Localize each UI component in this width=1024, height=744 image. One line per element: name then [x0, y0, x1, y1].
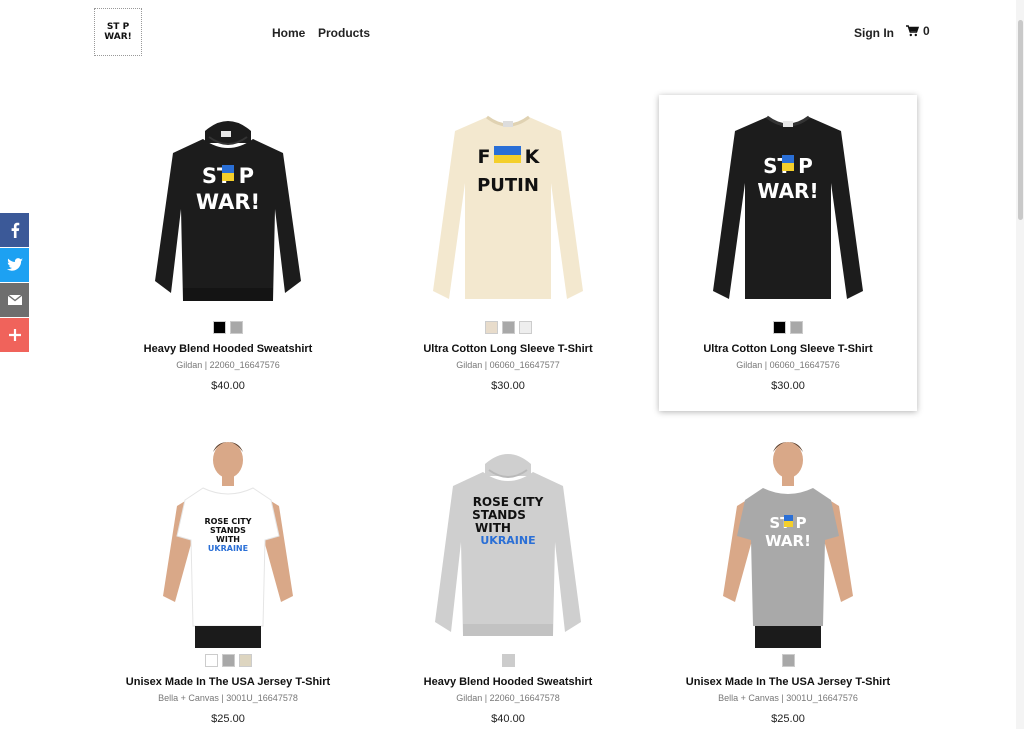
color-swatch-black[interactable] — [213, 321, 226, 334]
product-image-grey-hoodie[interactable]: ROSE CITY STANDS WITH UKRAINE — [427, 446, 589, 638]
product-sku: Gildan | 06060_16647576 — [736, 360, 840, 370]
product-card[interactable]: ROSE CITY STANDS WITH UKRAINE Heavy Blen… — [379, 428, 637, 744]
print-line-4: UKRAINE — [480, 534, 535, 547]
color-swatches — [379, 654, 637, 667]
cart-button[interactable]: 0 — [906, 24, 930, 38]
email-icon — [7, 295, 22, 305]
svg-text:K: K — [525, 146, 541, 168]
product-name[interactable]: Unisex Made In The USA Jersey T-Shirt — [659, 676, 917, 688]
scrollbar-thumb[interactable] — [1018, 20, 1023, 220]
product-sku: Gildan | 22060_16647578 — [456, 693, 560, 703]
facebook-icon — [11, 222, 19, 238]
product-name[interactable]: Heavy Blend Hooded Sweatshirt — [99, 343, 357, 355]
color-swatch-grey[interactable] — [221, 654, 235, 667]
color-swatch-white[interactable] — [518, 321, 532, 334]
product-price: $30.00 — [771, 380, 805, 392]
logo-text-line2: WAR! — [104, 32, 132, 42]
color-swatch-natural[interactable] — [484, 321, 498, 334]
print-line-1: ROSE CITY — [204, 517, 251, 526]
print-line-2: WAR! — [765, 532, 811, 550]
color-swatches — [659, 321, 917, 334]
print-line-1: ROSE CITY — [473, 495, 544, 509]
color-swatch-black[interactable] — [773, 321, 786, 334]
product-card[interactable]: F K PUTIN Ultra Cotton Long Sleeve T-Shi… — [379, 95, 637, 411]
print-line-3: WITH — [216, 535, 240, 544]
product-image-natural-longsleeve[interactable]: F K PUTIN — [427, 113, 589, 305]
color-swatch-white[interactable] — [204, 654, 218, 667]
product-name[interactable]: Ultra Cotton Long Sleeve T-Shirt — [379, 343, 637, 355]
product-sku: Bella + Canvas | 3001U_16647578 — [158, 693, 298, 703]
color-swatches — [99, 321, 357, 334]
color-swatches — [379, 321, 637, 334]
product-sku: Gildan | 22060_16647576 — [176, 360, 280, 370]
color-swatches — [99, 654, 357, 667]
more-share-button[interactable] — [0, 318, 29, 352]
print-line-2: STANDS — [472, 508, 526, 522]
twitter-share-button[interactable] — [0, 248, 29, 282]
svg-text:F: F — [478, 146, 491, 168]
product-card[interactable]: ST P WAR! Heavy Blend Hooded Sweatshirt … — [99, 95, 357, 411]
color-swatch-grey[interactable] — [230, 321, 243, 334]
product-image-grey-tee-model[interactable]: ST P WAR! — [707, 436, 869, 651]
page-scrollbar[interactable] — [1016, 0, 1024, 729]
color-swatch-grey[interactable] — [781, 654, 795, 667]
twitter-icon — [6, 258, 23, 271]
product-sku: Bella + Canvas | 3001U_16647576 — [718, 693, 858, 703]
plus-icon — [8, 329, 21, 341]
product-price: $30.00 — [491, 380, 525, 392]
print-line-3: WITH — [475, 521, 511, 535]
color-swatch-natural[interactable] — [238, 654, 252, 667]
color-swatches — [659, 654, 917, 667]
product-name[interactable]: Ultra Cotton Long Sleeve T-Shirt — [659, 343, 917, 355]
product-image-white-tee-model[interactable]: ROSE CITY STANDS WITH UKRAINE — [147, 436, 309, 651]
nav-products-link[interactable]: Products — [318, 26, 370, 40]
product-card[interactable]: ROSE CITY STANDS WITH UKRAINE Unisex Mad… — [99, 428, 357, 744]
email-share-button[interactable] — [0, 283, 29, 317]
product-image-black-longsleeve[interactable]: ST P WAR! — [707, 113, 869, 305]
print-line-2: STANDS — [210, 526, 246, 535]
print-line-2: WAR! — [757, 179, 818, 203]
logo-text-line1: ST P — [106, 22, 130, 32]
product-image-black-hoodie[interactable]: ST P WAR! — [147, 113, 309, 305]
cart-icon — [906, 25, 919, 37]
product-price: $40.00 — [211, 380, 245, 392]
print-line-2: WAR! — [196, 190, 260, 214]
color-swatch-grey[interactable] — [501, 321, 515, 334]
cart-count: 0 — [923, 24, 930, 38]
site-logo[interactable]: ST P WAR! — [94, 8, 142, 56]
product-price: $25.00 — [211, 713, 245, 725]
color-swatch-grey[interactable] — [790, 321, 803, 334]
product-name[interactable]: Unisex Made In The USA Jersey T-Shirt — [99, 676, 357, 688]
sign-in-link[interactable]: Sign In — [854, 26, 894, 40]
print-line-4: UKRAINE — [208, 544, 248, 553]
nav-home-link[interactable]: Home — [272, 26, 305, 40]
product-card[interactable]: ST P WAR! Unisex Made In The USA Jersey … — [659, 428, 917, 744]
product-name[interactable]: Heavy Blend Hooded Sweatshirt — [379, 676, 637, 688]
facebook-share-button[interactable] — [0, 213, 29, 247]
product-price: $25.00 — [771, 713, 805, 725]
print-line-2: PUTIN — [477, 175, 539, 196]
product-price: $40.00 — [491, 713, 525, 725]
product-sku: Gildan | 06060_16647577 — [456, 360, 560, 370]
product-card[interactable]: ST P WAR! Ultra Cotton Long Sleeve T-Shi… — [659, 95, 917, 411]
color-swatch-grey[interactable] — [501, 654, 515, 667]
